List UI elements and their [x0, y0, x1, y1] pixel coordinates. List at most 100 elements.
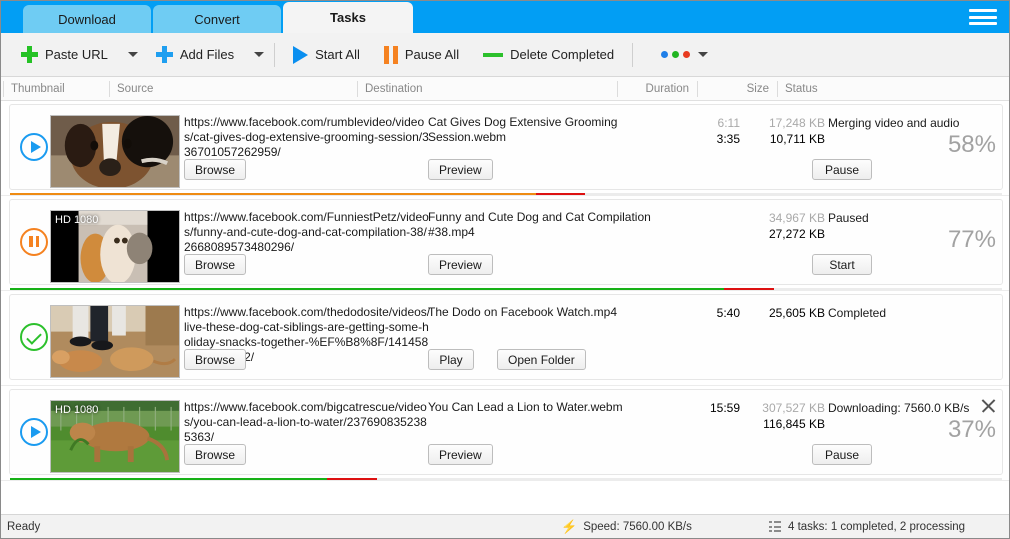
browse-button[interactable]: Browse	[184, 444, 246, 465]
hamburger-icon[interactable]	[969, 7, 997, 27]
start-all-label: Start All	[315, 47, 360, 62]
column-header-status[interactable]: Status	[777, 81, 1009, 97]
play-icon	[293, 46, 308, 64]
source-url: https://www.facebook.com/rumblevideo/vid…	[184, 115, 431, 160]
tab-tasks[interactable]: Tasks	[283, 2, 413, 33]
size-done: 27,272 KB	[745, 226, 825, 242]
size-cell: 17,248 KB 10,711 KB	[745, 115, 825, 147]
close-icon[interactable]	[979, 397, 997, 415]
thumbnail-image	[51, 116, 179, 188]
progress-tail	[536, 193, 586, 195]
hd-badge: HD 1080	[55, 404, 98, 416]
task-list-icon	[769, 521, 781, 532]
status-speed: ⚡ Speed: 7560.00 KB/s	[561, 519, 692, 535]
title-tab-bar: Download Convert Tasks	[1, 1, 1009, 33]
check-circle-icon[interactable]	[20, 323, 48, 351]
add-files-label: Add Files	[180, 47, 234, 62]
table-row[interactable]: HD 1080 https://www.facebook.com/Funnies…	[1, 196, 1009, 291]
size-cell: 307,527 KB 116,845 KB	[745, 400, 825, 432]
thumbnail[interactable]: HD 1080	[50, 400, 180, 473]
progress-percent: 77%	[948, 226, 996, 254]
status-text: Merging video and audio	[828, 115, 959, 131]
delete-completed-button[interactable]: Delete Completed	[475, 38, 622, 72]
toolbar-divider-2	[632, 43, 633, 67]
plus-icon	[21, 46, 38, 63]
progress-percent: 37%	[948, 416, 996, 444]
task-card: https://www.facebook.com/thedodosite/vid…	[9, 294, 1003, 380]
play-circle-icon[interactable]	[20, 418, 48, 446]
table-row[interactable]: https://www.facebook.com/thedodosite/vid…	[1, 291, 1009, 386]
tab-download[interactable]: Download	[23, 5, 151, 33]
browse-button[interactable]: Browse	[184, 349, 246, 370]
progress-bar	[10, 478, 1002, 480]
browse-button[interactable]: Browse	[184, 159, 246, 180]
pause-circle-icon[interactable]	[20, 228, 48, 256]
progress-fill	[10, 193, 585, 195]
plus-icon	[156, 46, 173, 63]
toolbar: Paste URL Add Files Start All Pause All …	[1, 33, 1009, 77]
pause-all-button[interactable]: Pause All	[376, 38, 467, 72]
browse-button[interactable]: Browse	[184, 254, 246, 275]
tab-convert[interactable]: Convert	[153, 5, 281, 33]
paste-url-button[interactable]: Paste URL	[13, 38, 116, 72]
preview-button[interactable]: Preview	[428, 254, 493, 275]
hd-badge: HD 1080	[55, 214, 98, 226]
toolbar-divider	[274, 43, 275, 67]
progress-tail	[724, 288, 774, 290]
progress-tail	[327, 478, 377, 480]
duration-total: 15:59	[670, 400, 740, 416]
thumbnail[interactable]	[50, 305, 180, 378]
column-header-thumbnail[interactable]: Thumbnail	[3, 81, 109, 97]
progress-bar	[10, 288, 1002, 290]
thumbnail[interactable]	[50, 115, 180, 188]
play-button[interactable]: Play	[428, 349, 474, 370]
tab-download-label: Download	[58, 12, 116, 27]
preview-button[interactable]: Preview	[428, 444, 493, 465]
size-done: 116,845 KB	[745, 416, 825, 432]
start-button[interactable]: Start	[812, 254, 872, 275]
paste-url-label: Paste URL	[45, 47, 108, 62]
status-bar: Ready ⚡ Speed: 7560.00 KB/s 4 tasks: 1 c…	[1, 514, 1009, 538]
status-ready-text: Ready	[1, 521, 40, 533]
table-row[interactable]: https://www.facebook.com/rumblevideo/vid…	[1, 101, 1009, 196]
column-header-destination[interactable]: Destination	[357, 81, 617, 97]
duration-done: 3:35	[670, 131, 740, 147]
size-total: 34,967 KB	[745, 210, 825, 226]
start-all-button[interactable]: Start All	[285, 38, 368, 72]
more-options-button[interactable]	[653, 38, 716, 72]
tab-convert-label: Convert	[194, 12, 240, 27]
destination-filename: The Dodo on Facebook Watch.mp4	[428, 305, 690, 320]
duration-total: 6:11	[670, 115, 740, 131]
progress-fill	[10, 478, 377, 480]
tab-tasks-label: Tasks	[330, 10, 366, 25]
status-text: Completed	[828, 305, 886, 321]
column-header-duration[interactable]: Duration	[617, 81, 697, 97]
status-tasks-text: 4 tasks: 1 completed, 2 processing	[788, 521, 965, 533]
thumbnail[interactable]: HD 1080	[50, 210, 180, 283]
table-row[interactable]: HD 1080 https://www.facebook.com/bigcatr…	[1, 386, 1009, 481]
duration-cell: 6:11 3:35	[670, 115, 740, 147]
column-header-source[interactable]: Source	[109, 81, 357, 97]
destination-filename: Funny and Cute Dog and Cat Compilation #…	[428, 210, 690, 240]
status-speed-text: Speed: 7560.00 KB/s	[583, 521, 692, 533]
task-card: HD 1080 https://www.facebook.com/bigcatr…	[9, 389, 1003, 475]
more-dropdown-icon	[698, 52, 708, 57]
source-url: https://www.facebook.com/FunniestPetz/vi…	[184, 210, 431, 255]
pause-button[interactable]: Pause	[812, 444, 872, 465]
size-cell: 34,967 KB 27,272 KB	[745, 210, 825, 242]
add-files-dropdown-icon[interactable]	[254, 52, 264, 57]
column-headers: Thumbnail Source Destination Duration Si…	[1, 77, 1009, 101]
open-folder-button[interactable]: Open Folder	[497, 349, 586, 370]
size-total: 25,605 KB	[745, 305, 825, 321]
destination-filename: Cat Gives Dog Extensive Grooming Session…	[428, 115, 690, 145]
column-header-size[interactable]: Size	[697, 81, 777, 97]
play-circle-icon[interactable]	[20, 133, 48, 161]
size-total: 307,527 KB	[745, 400, 825, 416]
paste-url-dropdown-icon[interactable]	[128, 52, 138, 57]
status-tasks: 4 tasks: 1 completed, 2 processing	[769, 521, 965, 533]
pause-button[interactable]: Pause	[812, 159, 872, 180]
preview-button[interactable]: Preview	[428, 159, 493, 180]
status-text: Paused	[828, 210, 869, 226]
add-files-button[interactable]: Add Files	[148, 38, 242, 72]
three-dots-icon	[661, 51, 690, 58]
